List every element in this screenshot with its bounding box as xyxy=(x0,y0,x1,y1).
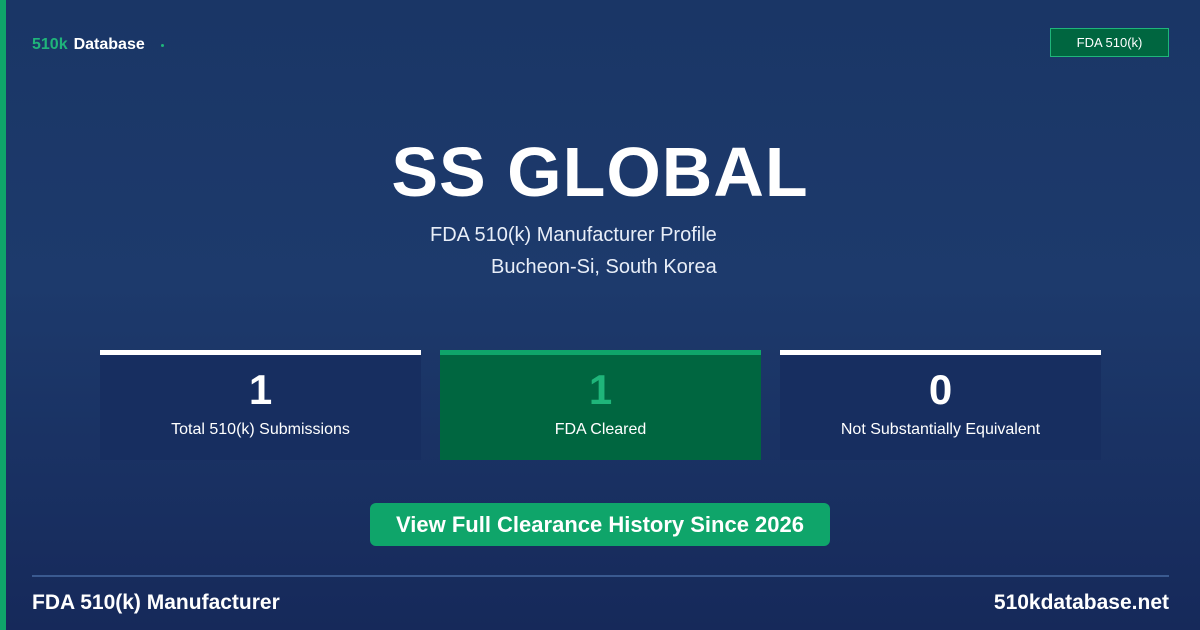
footer-label: FDA 510(k) Manufacturer xyxy=(32,591,280,614)
brand-logo[interactable]: 510k Database xyxy=(32,36,164,54)
stat-label: Total 510(k) Submissions xyxy=(171,421,350,438)
stat-value: 1 xyxy=(588,366,613,413)
stat-card-total-submissions: 1 Total 510(k) Submissions xyxy=(100,350,421,460)
stat-card-fda-cleared: 1 FDA Cleared xyxy=(440,350,761,460)
profile-subtitle: FDA 510(k) Manufacturer Profile xyxy=(430,224,717,246)
view-clearance-history-button[interactable]: View Full Clearance History Since 2026 xyxy=(370,503,830,546)
brand-prefix: 510k xyxy=(32,36,68,53)
left-accent-bar xyxy=(0,0,6,630)
stat-label: Not Substantially Equivalent xyxy=(840,421,1041,438)
stat-value: 1 xyxy=(248,366,273,413)
stat-card-not-substantially-equivalent: 0 Not Substantially Equivalent xyxy=(780,350,1101,460)
stat-label: FDA Cleared xyxy=(554,421,647,438)
footer-divider xyxy=(32,575,1169,577)
stat-value: 0 xyxy=(928,366,953,413)
company-name: SS GLOBAL xyxy=(391,133,809,211)
brand-name: Database xyxy=(73,36,145,53)
fda-510k-badge: FDA 510(k) xyxy=(1050,28,1169,57)
company-location: Bucheon-Si, South Korea xyxy=(491,256,717,278)
brand-dot-icon xyxy=(160,43,164,47)
footer-site-link[interactable]: 510kdatabase.net xyxy=(994,591,1169,615)
